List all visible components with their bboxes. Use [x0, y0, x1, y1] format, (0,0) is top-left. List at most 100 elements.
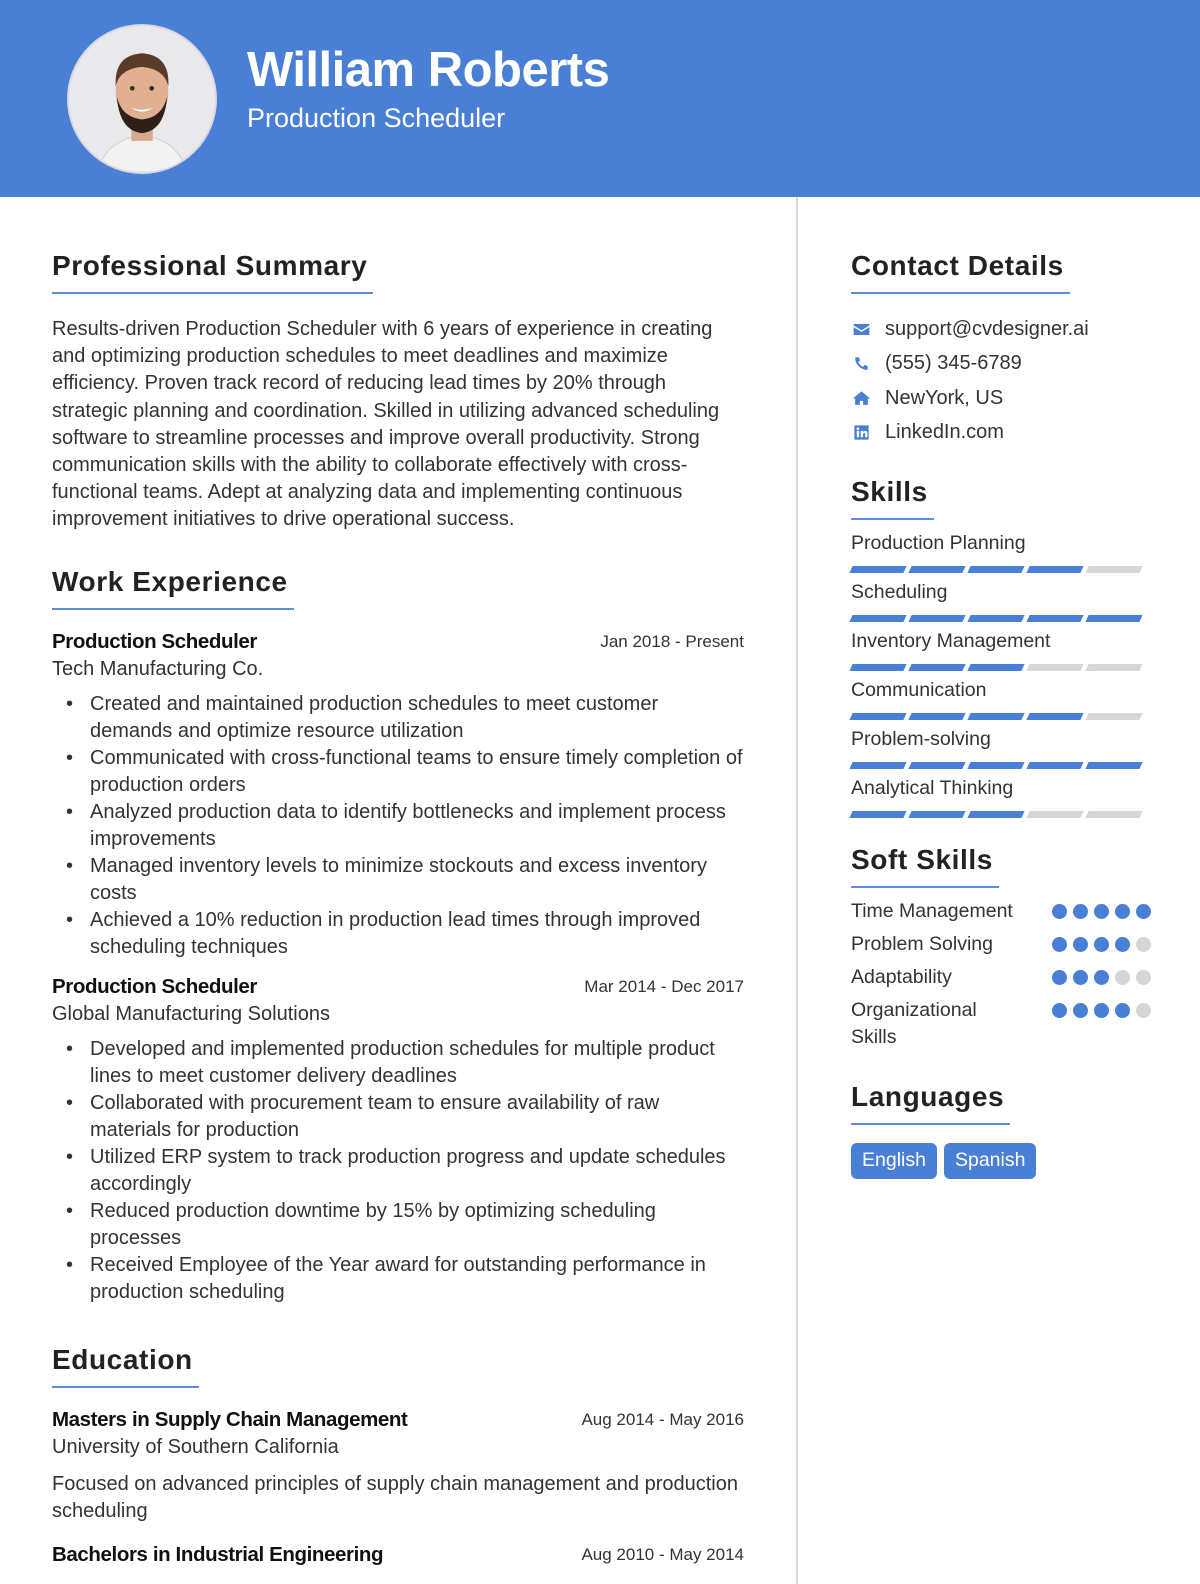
- soft-skill-rating: [1052, 970, 1151, 985]
- contact-list: support@cvdesigner.ai (555) 345-6789 NewYo…: [851, 312, 1151, 450]
- job-bullet: Developed and implemented production sch…: [52, 1036, 744, 1090]
- language-badge: Spanish: [943, 1143, 1037, 1179]
- contact-text[interactable]: (555) 345-6789: [885, 352, 1022, 375]
- candidate-name: William Roberts: [247, 43, 610, 97]
- job-bullet: Received Employee of the Year award for …: [52, 1252, 744, 1306]
- skill-segment-filled: [967, 615, 1025, 622]
- skill-name: Problem-solving: [851, 728, 991, 750]
- person-photo-icon: [69, 26, 215, 172]
- language-badge: English: [851, 1143, 937, 1179]
- rating-dot-filled: [1052, 970, 1067, 985]
- soft-skills-heading: Soft Skills: [851, 844, 999, 888]
- languages-section: Languages English Spanish: [851, 1081, 1151, 1179]
- language-list: English Spanish: [851, 1143, 1151, 1179]
- skill-item: Scheduling: [849, 581, 1151, 622]
- skill-segment-filled: [967, 566, 1025, 573]
- contact-item[interactable]: (555) 345-6789: [851, 347, 1151, 382]
- skill-name: Analytical Thinking: [851, 777, 1014, 799]
- skill-segment-empty: [1026, 664, 1084, 671]
- education-entry: Bachelors in Industrial Engineering Aug 2…: [52, 1543, 744, 1567]
- skill-segment-empty: [1085, 566, 1143, 573]
- skill-segment-empty: [1026, 811, 1084, 818]
- skill-level-bar: [849, 713, 1151, 720]
- job-date: Mar 2014 - Dec 2017: [584, 976, 744, 996]
- job-company: Tech Manufacturing Co.: [52, 657, 264, 680]
- job-company: Global Manufacturing Solutions: [52, 1002, 330, 1025]
- skill-segment-filled: [849, 762, 907, 769]
- contact-item[interactable]: support@cvdesigner.ai: [851, 312, 1151, 347]
- contact-section: Contact Details support@cvdesigner.ai (55…: [851, 250, 1151, 450]
- skill-segment-filled: [908, 615, 966, 622]
- rating-dot-filled: [1094, 1003, 1109, 1018]
- contact-heading: Contact Details: [851, 250, 1070, 294]
- education-section: Education Masters in Supply Chain Manage…: [52, 1344, 744, 1567]
- job-bullet: Managed inventory levels to minimize sto…: [52, 853, 744, 907]
- job-entry: Production Scheduler Mar 2014 - Dec 2017 G…: [52, 975, 744, 1306]
- rating-dot-filled: [1052, 904, 1067, 919]
- soft-skill-name: Time Management: [851, 900, 1013, 922]
- education-entry: Masters in Supply Chain Management Aug 20…: [52, 1408, 744, 1525]
- rating-dot-filled: [1073, 904, 1088, 919]
- skill-segment-filled: [1026, 713, 1084, 720]
- profile-photo: [67, 24, 217, 174]
- rating-dot-empty: [1136, 970, 1151, 985]
- rating-dot-filled: [1115, 1003, 1130, 1018]
- education-date: Aug 2010 - May 2014: [581, 1544, 744, 1564]
- skill-item: Problem-solving: [849, 728, 1151, 769]
- rating-dot-filled: [1094, 937, 1109, 952]
- skill-segment-filled: [849, 664, 907, 671]
- skill-segment-filled: [967, 713, 1025, 720]
- job-bullets: Created and maintained production schedu…: [52, 691, 744, 961]
- soft-skill-rating: [1052, 904, 1151, 919]
- summary-heading: Professional Summary: [52, 250, 374, 294]
- contact-text[interactable]: LinkedIn.com: [885, 421, 1004, 444]
- job-bullet: Utilized ERP system to track production …: [52, 1144, 744, 1198]
- skill-name: Scheduling: [851, 581, 948, 603]
- skill-segment-filled: [967, 762, 1025, 769]
- contact-text[interactable]: support@cvdesigner.ai: [885, 318, 1089, 341]
- skill-item: Production Planning: [849, 532, 1151, 573]
- contact-item[interactable]: LinkedIn.com: [851, 416, 1151, 451]
- skill-segment-filled: [908, 762, 966, 769]
- skill-segment-filled: [908, 811, 966, 818]
- resume-header: William Roberts Production Scheduler: [0, 0, 1200, 197]
- skill-segment-filled: [849, 713, 907, 720]
- skill-name: Communication: [851, 679, 987, 701]
- rating-dot-filled: [1115, 904, 1130, 919]
- skill-segment-empty: [1085, 713, 1143, 720]
- skill-segment-empty: [1085, 664, 1143, 671]
- rating-dot-empty: [1136, 937, 1151, 952]
- summary-section: Professional Summary Results-driven Prod…: [52, 250, 744, 534]
- rating-dot-filled: [1073, 970, 1088, 985]
- soft-skills-list: Time Management Problem Solving Adaptabili…: [851, 898, 1151, 1051]
- rating-dot-filled: [1052, 937, 1067, 952]
- skill-segment-filled: [1085, 615, 1143, 622]
- experience-section: Work Experience Production Scheduler Jan …: [52, 566, 744, 1306]
- education-list: Masters in Supply Chain Management Aug 20…: [52, 1408, 744, 1567]
- soft-skill-name: Problem Solving: [851, 933, 993, 955]
- rating-dot-filled: [1073, 1003, 1088, 1018]
- contact-text[interactable]: NewYork, US: [885, 387, 1003, 410]
- home-icon: [851, 388, 871, 408]
- rating-dot-filled: [1073, 937, 1088, 952]
- skill-segment-filled: [1026, 615, 1084, 622]
- skill-level-bar: [849, 615, 1151, 622]
- candidate-title: Production Scheduler: [247, 103, 506, 133]
- job-date: Jan 2018 - Present: [600, 631, 744, 651]
- contact-item[interactable]: NewYork, US: [851, 381, 1151, 416]
- skill-name: Production Planning: [851, 532, 1026, 554]
- job-bullets: Developed and implemented production sch…: [52, 1036, 744, 1306]
- skill-name: Inventory Management: [851, 630, 1051, 652]
- job-bullet: Analyzed production data to identify bot…: [52, 799, 744, 853]
- soft-skill-item: Organizational Skills: [851, 997, 1151, 1051]
- skill-segment-filled: [908, 566, 966, 573]
- rating-dot-filled: [1094, 970, 1109, 985]
- rating-dot-filled: [1094, 904, 1109, 919]
- skill-segment-filled: [967, 664, 1025, 671]
- rating-dot-filled: [1052, 1003, 1067, 1018]
- languages-heading: Languages: [851, 1081, 1011, 1125]
- summary-text: Results-driven Production Scheduler with…: [52, 318, 720, 531]
- job-bullet: Reduced production downtime by 15% by op…: [52, 1198, 744, 1252]
- soft-skill-name: Adaptability: [851, 966, 952, 988]
- soft-skill-item: Adaptability: [851, 964, 1151, 991]
